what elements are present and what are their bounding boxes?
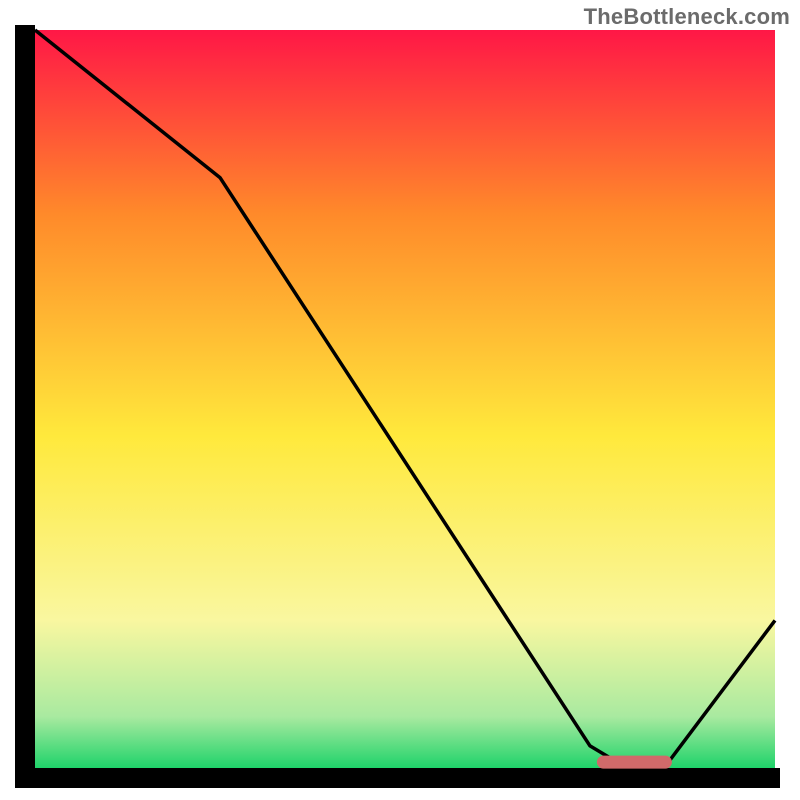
- plot-background: [35, 30, 775, 768]
- chart-container: { "watermark": "TheBottleneck.com", "col…: [0, 0, 800, 800]
- optimal-marker: [597, 756, 671, 768]
- bottleneck-chart: [0, 0, 800, 800]
